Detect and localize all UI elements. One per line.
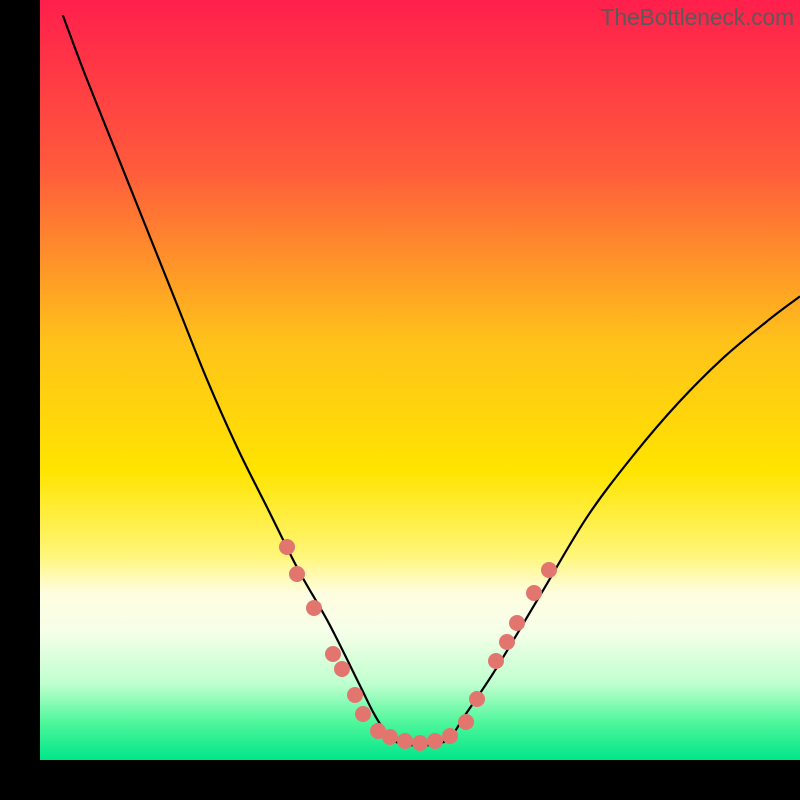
data-marker [334, 661, 350, 677]
data-marker [458, 714, 474, 730]
data-marker [382, 729, 398, 745]
data-marker [442, 728, 458, 744]
chart-frame [40, 0, 800, 760]
data-marker [526, 585, 542, 601]
data-marker [325, 646, 341, 662]
bottleneck-curve [40, 0, 800, 760]
plot-area [40, 0, 800, 760]
data-marker [397, 733, 413, 749]
data-marker [306, 600, 322, 616]
watermark-text: TheBottleneck.com [601, 4, 794, 31]
data-marker [412, 735, 428, 751]
data-marker [289, 566, 305, 582]
